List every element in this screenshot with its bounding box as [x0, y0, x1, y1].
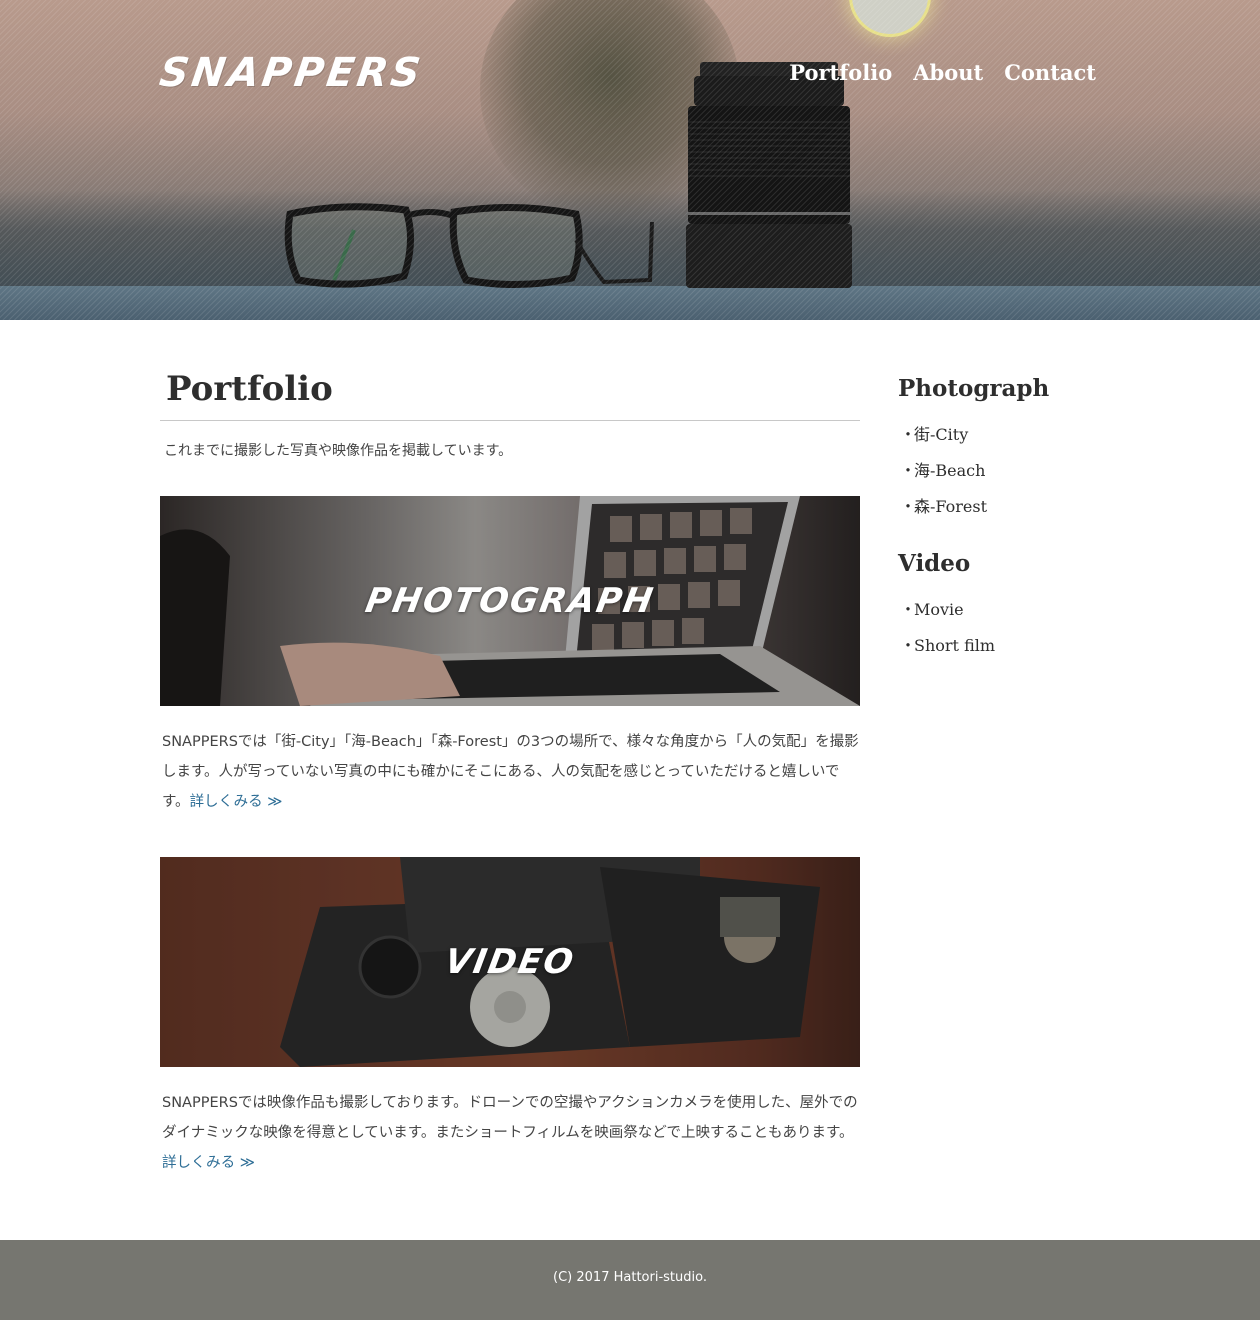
video-description: SNAPPERSでは映像作品も撮影しております。ドローンでの空撮やアクションカメ… — [160, 1088, 860, 1178]
sidebar-item-forest[interactable]: ・森-Forest — [898, 489, 1108, 525]
nav-about-link[interactable]: About — [913, 60, 983, 86]
bullet-glyph: ・ — [900, 497, 917, 516]
sidebar-video-group: Video ・Movie ・Short film — [898, 545, 1108, 664]
main-content: Portfolio これまでに撮影した写真や映像作品を掲載しています。 PHOT… — [160, 364, 860, 1178]
photograph-description: SNAPPERSでは「街-City」「海-Beach」「森-Forest」の3つ… — [160, 727, 860, 817]
video-more-link[interactable]: 詳しくみる ≫ — [162, 1155, 255, 1171]
sidebar-item-movie[interactable]: ・Movie — [898, 592, 1108, 628]
sidebar: Photograph ・街-City ・海-Beach ・森-Forest Vi… — [898, 370, 1108, 664]
bullet-glyph: ・ — [900, 600, 917, 619]
sidebar-item-label: 森-Forest — [914, 497, 988, 516]
video-banner[interactable]: VIDEO — [160, 857, 860, 1067]
sidebar-item-label: 海-Beach — [914, 461, 986, 480]
photograph-banner-label: PHOTOGRAPH — [362, 581, 658, 621]
nav-portfolio-link[interactable]: Portfolio — [789, 60, 892, 86]
sidebar-item-label: Movie — [914, 600, 964, 619]
site-logo[interactable]: SNAPPERS — [157, 50, 426, 96]
footer-copyright: (C) 2017 Hattori-studio. — [553, 1270, 707, 1285]
main-nav: Portfolio About Contact — [789, 60, 1096, 86]
photograph-more-link[interactable]: 詳しくみる ≫ — [190, 794, 283, 810]
video-description-text: SNAPPERSでは映像作品も撮影しております。ドローンでの空撮やアクションカメ… — [162, 1095, 858, 1141]
hero-stripe-overlay — [0, 0, 1260, 320]
video-banner-label: VIDEO — [441, 942, 579, 982]
bullet-glyph: ・ — [900, 636, 917, 655]
sidebar-item-city[interactable]: ・街-City — [898, 417, 1108, 453]
sidebar-video-list: ・Movie ・Short film — [898, 592, 1108, 664]
site-footer: (C) 2017 Hattori-studio. — [0, 1240, 1260, 1320]
bullet-glyph: ・ — [900, 461, 917, 480]
sidebar-item-beach[interactable]: ・海-Beach — [898, 453, 1108, 489]
sidebar-heading-photograph: Photograph — [898, 375, 1050, 402]
nav-contact-link[interactable]: Contact — [1004, 60, 1096, 86]
sidebar-item-short-film[interactable]: ・Short film — [898, 628, 1108, 664]
sidebar-photograph-group: Photograph ・街-City ・海-Beach ・森-Forest — [898, 370, 1108, 525]
sidebar-item-label: 街-City — [914, 425, 969, 444]
sidebar-photograph-list: ・街-City ・海-Beach ・森-Forest — [898, 417, 1108, 525]
page-intro: これまでに撮影した写真や映像作品を掲載しています。 — [164, 443, 513, 459]
sidebar-heading-video: Video — [898, 550, 971, 577]
sidebar-item-label: Short film — [914, 636, 996, 655]
page-title: Portfolio — [160, 364, 860, 421]
bullet-glyph: ・ — [900, 425, 917, 444]
hero-header: SNAPPERS Portfolio About Contact — [0, 0, 1260, 320]
photograph-banner[interactable]: PHOTOGRAPH — [160, 496, 860, 706]
